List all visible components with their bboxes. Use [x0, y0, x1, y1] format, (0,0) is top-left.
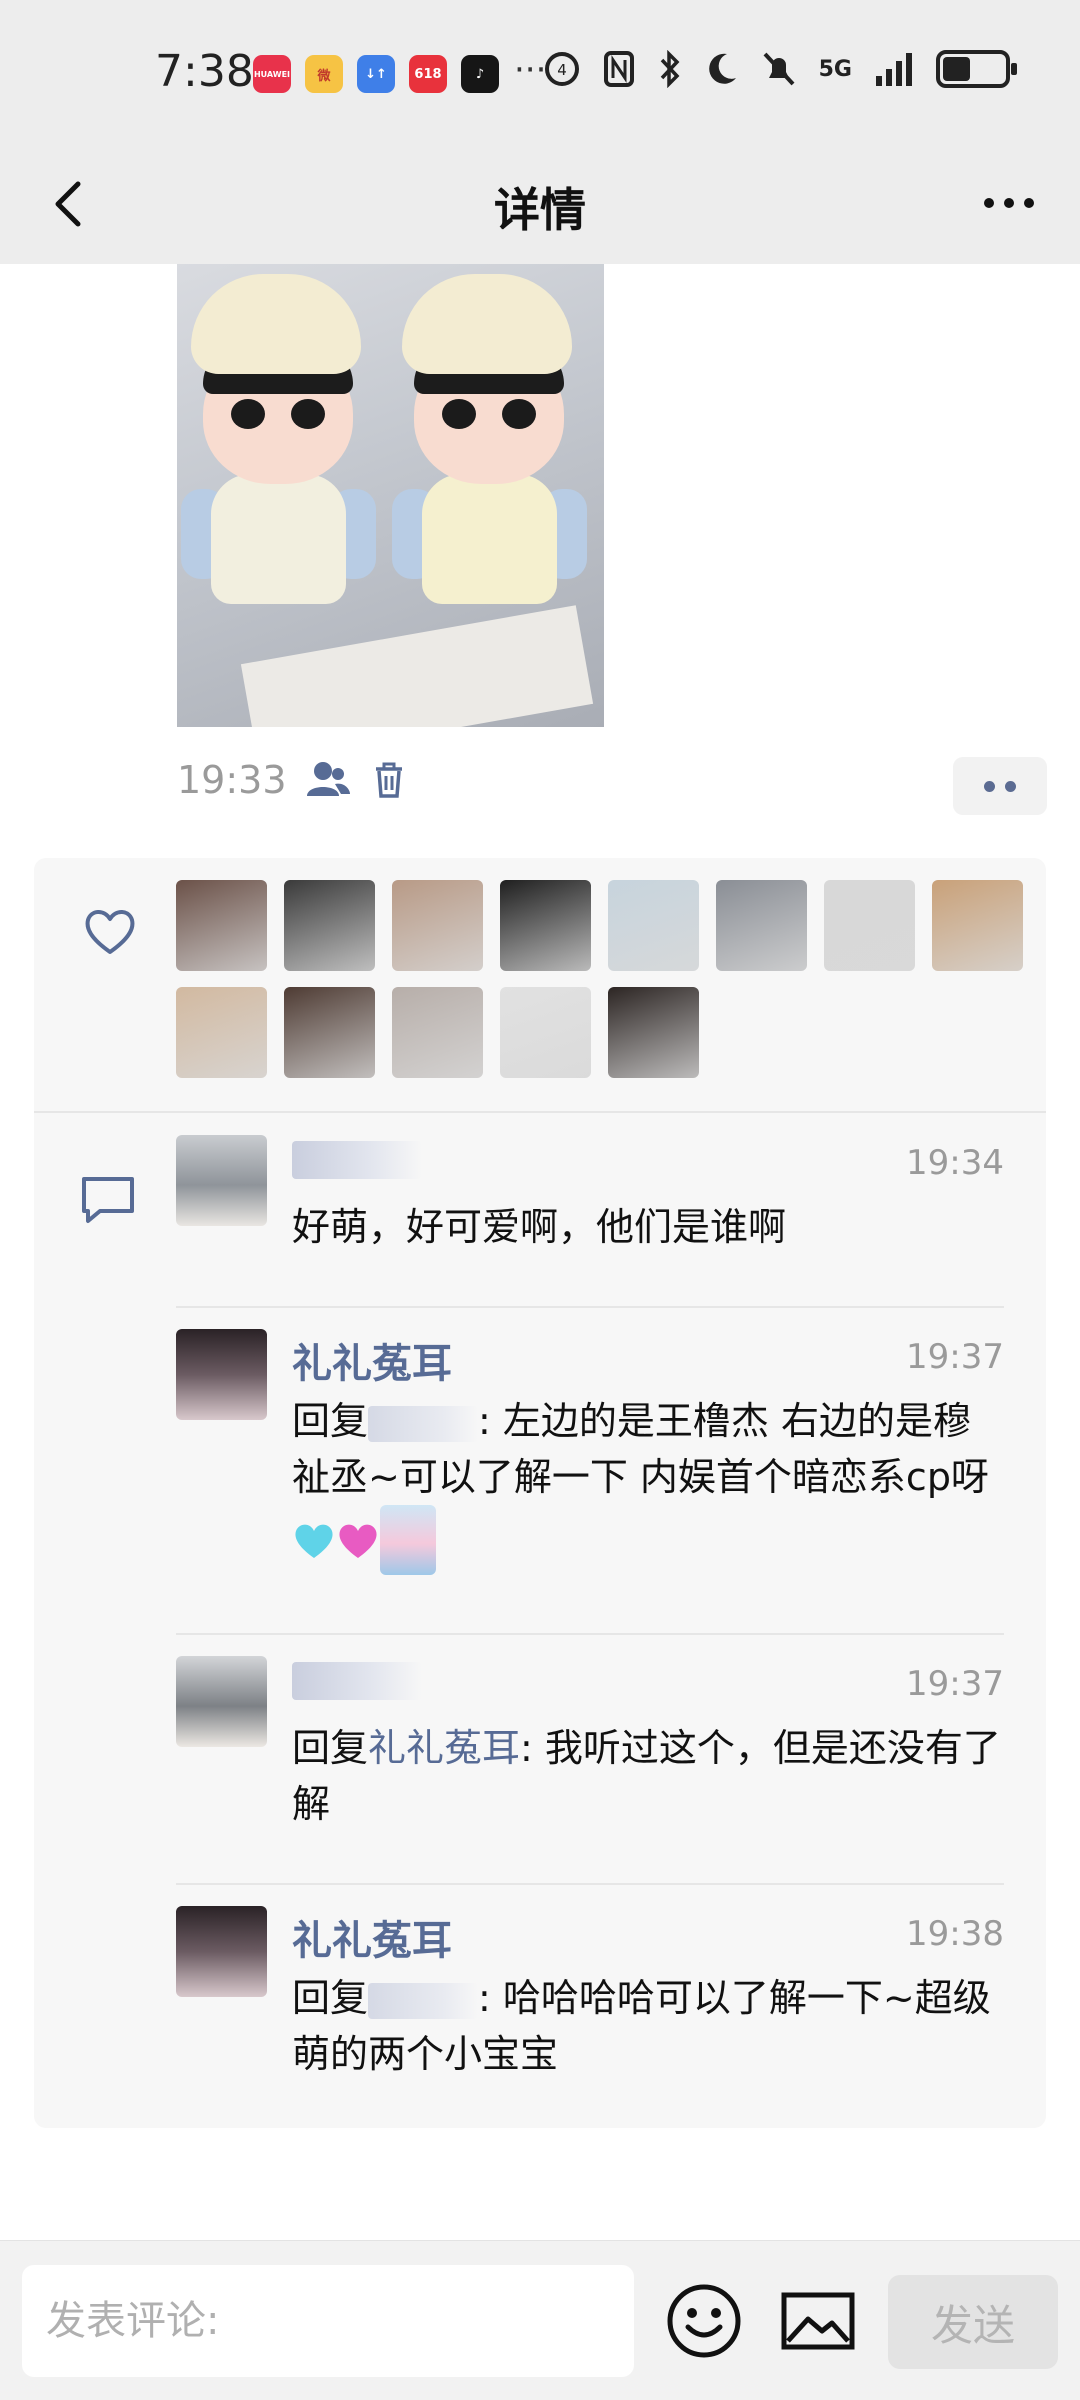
like-avatar[interactable] [176, 987, 267, 1078]
more-notifications-icon: ··· [514, 50, 547, 90]
like-avatar[interactable] [176, 880, 267, 971]
send-button[interactable]: 发送 [888, 2275, 1058, 2369]
post-time: 19:33 [177, 758, 287, 802]
image-icon[interactable] [778, 2281, 858, 2361]
status-indicators: 4 5G [543, 50, 1017, 88]
bluetooth-icon [660, 50, 680, 88]
like-avatar[interactable] [608, 880, 699, 971]
blue-heart-icon [295, 1524, 333, 1558]
battery-icon [936, 50, 1017, 88]
comment-input[interactable] [22, 2265, 634, 2377]
like-avatar[interactable] [392, 880, 483, 971]
gift-app-icon: 618 [409, 55, 447, 93]
like-avatar-grid [176, 880, 1036, 1078]
action-dot-icon [984, 780, 995, 792]
reply-prefix: 回复 [292, 1399, 369, 1443]
comment-item[interactable]: 礼礼菟耳 19:37 回复: 左边的是王橹杰 右边的是穆祉丞~可以了解一下 内娱… [176, 1329, 1004, 1589]
comment-item[interactable]: 19:37 回复礼礼菟耳: 我听过这个，但是还没有了解 [176, 1656, 1004, 1836]
post-photo[interactable] [177, 264, 604, 727]
reply-target[interactable]: 礼礼菟耳 [368, 1726, 520, 1770]
reply-target-hidden [368, 1982, 479, 2019]
signal-icon [876, 53, 912, 86]
douyin-icon: ♪ [461, 55, 499, 93]
comment-author[interactable]: 礼礼菟耳 [292, 1908, 452, 1966]
comment-time: 19:37 [906, 1664, 1004, 1704]
data-saver-icon: 4 [544, 52, 579, 86]
comment-divider [176, 1633, 1004, 1635]
nav-bar: 详情 [0, 140, 1080, 264]
comment-text: 回复礼礼菟耳: 我听过这个，但是还没有了解 [292, 1720, 1004, 1832]
status-bar: 7:38 HUAWEI 微 ↓↑ 618 ♪ ··· 4 5G [0, 0, 1080, 140]
photo-paper [240, 605, 594, 727]
page-title: 详情 [494, 183, 586, 237]
like-avatar[interactable] [932, 880, 1023, 971]
comment-divider [176, 1306, 1004, 1308]
sort-app-icon: ↓↑ [357, 55, 395, 93]
comment-author-hidden [292, 1662, 422, 1700]
likes-section [34, 858, 1046, 1113]
heart-outline-icon [85, 910, 135, 954]
reply-prefix: 回复 [292, 1726, 369, 1770]
post-action-button[interactable] [953, 757, 1047, 815]
reply-target-hidden [368, 1405, 479, 1442]
like-avatar[interactable] [284, 987, 375, 1078]
mute-bell-icon [763, 52, 795, 86]
comment-author-hidden [292, 1141, 422, 1179]
person-icon[interactable] [305, 760, 351, 800]
comment-text: 回复: 哈哈哈哈可以了解一下~超级萌的两个小宝宝 [292, 1970, 1004, 2082]
comment-divider [176, 1883, 1004, 1885]
comment-input-bar: 发送 [0, 2240, 1080, 2400]
comment-item[interactable]: 19:34 好萌，好可爱啊，他们是谁啊 [176, 1135, 1004, 1249]
comment-author[interactable]: 礼礼菟耳 [292, 1331, 452, 1389]
like-avatar[interactable] [824, 880, 915, 971]
like-avatar[interactable] [608, 987, 699, 1078]
avatar[interactable] [176, 1329, 267, 1420]
action-dot-icon [1005, 780, 1016, 792]
more-dot-icon [1024, 198, 1034, 208]
post-meta: 19:33 [177, 758, 409, 802]
more-dot-icon [1004, 198, 1014, 208]
interaction-panel: 19:34 好萌，好可爱啊，他们是谁啊 礼礼菟耳 19:37 回复: 左边的是王… [34, 858, 1046, 2128]
more-dot-icon [984, 198, 994, 208]
like-avatar[interactable] [284, 880, 375, 971]
photo-doll-right [392, 274, 587, 604]
sticker-image[interactable] [380, 1505, 436, 1575]
trash-icon[interactable] [369, 760, 409, 800]
notification-app-icons: HUAWEI 微 ↓↑ 618 ♪ [253, 55, 499, 93]
reply-prefix: 回复 [292, 1976, 369, 2020]
comment-text: 回复: 左边的是王橹杰 右边的是穆祉丞~可以了解一下 内娱首个暗恋系cp呀 [292, 1393, 1004, 1575]
avatar[interactable] [176, 1656, 267, 1747]
comment-time: 19:38 [906, 1914, 1004, 1954]
status-time: 7:38 [155, 46, 254, 97]
emoji-icon[interactable] [664, 2281, 744, 2361]
like-avatar[interactable] [716, 880, 807, 971]
comment-time: 19:34 [906, 1143, 1004, 1183]
nfc-icon [603, 51, 634, 87]
weibo-icon: 微 [305, 55, 343, 93]
huawei-icon: HUAWEI [253, 55, 291, 93]
moon-icon [708, 53, 736, 84]
like-avatar[interactable] [392, 987, 483, 1078]
comment-text: 好萌，好可爱啊，他们是谁啊 [292, 1205, 787, 1249]
avatar[interactable] [176, 1906, 267, 1997]
pink-heart-icon [339, 1524, 377, 1558]
comment-bubble-icon [82, 1177, 134, 1223]
comment-time: 19:37 [906, 1337, 1004, 1377]
comment-item[interactable]: 礼礼菟耳 19:38 回复: 哈哈哈哈可以了解一下~超级萌的两个小宝宝 [176, 1906, 1004, 2086]
svg-text:4: 4 [557, 61, 567, 79]
battery-level [943, 57, 970, 81]
more-options-button[interactable] [974, 168, 1044, 238]
network-type-label: 5G [818, 56, 852, 82]
avatar[interactable] [176, 1135, 267, 1226]
photo-doll-left [181, 274, 376, 604]
like-avatar[interactable] [500, 880, 591, 971]
like-avatar[interactable] [500, 987, 591, 1078]
